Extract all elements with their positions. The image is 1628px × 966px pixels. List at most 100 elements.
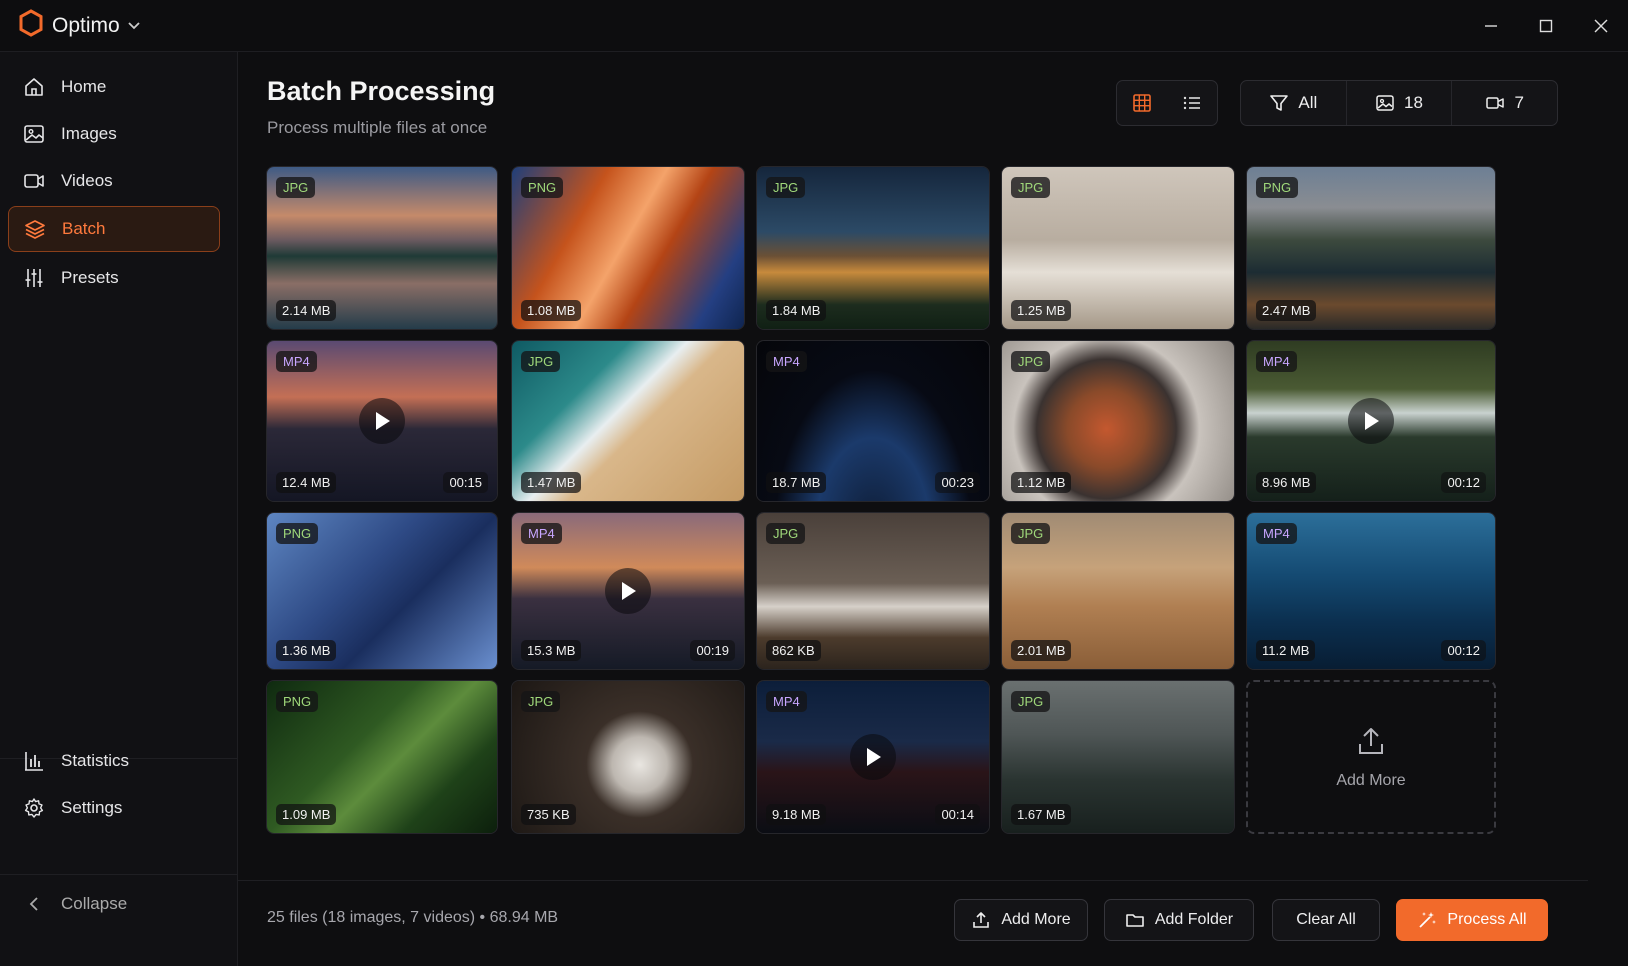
file-summary: 25 files (18 images, 7 videos) • 68.94 M…	[267, 909, 559, 926]
video-duration: 00:12	[1441, 640, 1486, 661]
file-size: 15.3 MB	[521, 640, 582, 661]
sidebar-item-images[interactable]: Images	[8, 111, 220, 157]
view-toggle	[1116, 80, 1218, 126]
file-size: 2.14 MB	[276, 300, 337, 321]
play-icon[interactable]	[1348, 398, 1394, 444]
format-badge: JPG	[766, 177, 806, 198]
upload-icon	[1355, 725, 1387, 762]
minimize-button[interactable]	[1463, 0, 1518, 52]
process-all-label: Process All	[1447, 911, 1527, 928]
file-card[interactable]: PNG 2.47 MB	[1246, 166, 1496, 330]
file-size: 11.2 MB	[1256, 640, 1316, 661]
video-icon	[1486, 97, 1505, 109]
filter-videos-button[interactable]: 7	[1452, 81, 1557, 125]
file-card[interactable]: JPG 1.25 MB	[1001, 166, 1235, 330]
file-card[interactable]: JPG 1.67 MB	[1001, 680, 1235, 834]
file-size: 735 KB	[521, 804, 576, 825]
maximize-button[interactable]	[1518, 0, 1573, 52]
collapse-sidebar-button[interactable]: Collapse	[8, 881, 220, 927]
main-content: Batch Processing Process multiple files …	[238, 52, 1588, 966]
file-size: 12.4 MB	[276, 472, 337, 493]
sidebar-item-label: Presets	[61, 268, 119, 287]
filter-all-button[interactable]: All	[1241, 81, 1347, 125]
list-icon	[1183, 96, 1200, 110]
file-card[interactable]: JPG 2.14 MB	[266, 166, 498, 330]
chevron-left-icon	[23, 893, 45, 915]
process-all-button[interactable]: Process All	[1396, 899, 1548, 941]
file-size: 1.84 MB	[766, 300, 827, 321]
list-view-button[interactable]	[1174, 87, 1210, 119]
sidebar-item-label: Home	[61, 77, 107, 96]
layers-icon	[24, 218, 46, 240]
file-card[interactable]: PNG 1.08 MB	[511, 166, 745, 330]
file-card[interactable]: JPG 1.84 MB	[756, 166, 990, 330]
play-icon[interactable]	[850, 734, 896, 780]
file-card[interactable]: JPG 1.47 MB	[511, 340, 745, 502]
filter-icon	[1270, 95, 1289, 111]
file-card[interactable]: MP4 11.2 MB 00:12	[1246, 512, 1496, 670]
app-switcher[interactable]: Optimo	[18, 9, 140, 42]
file-size: 1.12 MB	[1011, 472, 1072, 493]
format-badge: JPG	[1011, 523, 1051, 544]
file-size: 862 KB	[766, 640, 821, 661]
add-more-card[interactable]: Add More	[1246, 680, 1496, 834]
grid-icon	[1133, 94, 1151, 112]
file-card[interactable]: PNG 1.36 MB	[266, 512, 498, 670]
sidebar-item-label: Images	[61, 124, 117, 143]
format-badge: PNG	[1256, 177, 1299, 198]
format-badge: JPG	[1011, 351, 1051, 372]
file-card[interactable]: PNG 1.09 MB	[266, 680, 498, 834]
file-size: 18.7 MB	[766, 472, 827, 493]
file-card[interactable]: JPG 735 KB	[511, 680, 745, 834]
collapse-label: Collapse	[61, 894, 128, 913]
sidebar-item-label: Videos	[61, 171, 113, 190]
play-icon[interactable]	[605, 568, 651, 614]
sidebar-item-presets[interactable]: Presets	[8, 255, 220, 301]
video-duration: 00:23	[935, 472, 980, 493]
format-badge: MP4	[1256, 523, 1297, 544]
format-badge: JPG	[1011, 177, 1051, 198]
gear-icon	[23, 797, 45, 819]
file-card[interactable]: MP4 8.96 MB 00:12	[1246, 340, 1496, 502]
format-badge: MP4	[1256, 351, 1297, 372]
page-subtitle: Process multiple files at once	[267, 118, 488, 137]
sidebar-item-batch[interactable]: Batch	[8, 206, 220, 252]
file-size: 2.01 MB	[1011, 640, 1072, 661]
upload-icon	[973, 912, 990, 928]
sidebar-divider	[0, 874, 238, 875]
play-icon[interactable]	[359, 398, 405, 444]
home-icon	[23, 76, 45, 98]
file-card[interactable]: MP4 18.7 MB 00:23	[756, 340, 990, 502]
grid-view-button[interactable]	[1124, 87, 1160, 119]
file-type-filter: All 18 7	[1240, 80, 1558, 126]
format-badge: MP4	[521, 523, 562, 544]
format-badge: JPG	[276, 177, 316, 198]
clear-all-button[interactable]: Clear All	[1272, 899, 1380, 941]
hexagon-logo-icon	[18, 9, 44, 42]
sidebar-item-settings[interactable]: Settings	[8, 785, 220, 831]
file-card[interactable]: MP4 9.18 MB 00:14	[756, 680, 990, 834]
add-more-button[interactable]: Add More	[954, 899, 1088, 941]
clear-all-label: Clear All	[1296, 911, 1356, 928]
format-badge: MP4	[766, 691, 807, 712]
file-size: 1.67 MB	[1011, 804, 1072, 825]
file-card[interactable]: JPG 1.12 MB	[1001, 340, 1235, 502]
sidebar-item-videos[interactable]: Videos	[8, 158, 220, 204]
file-card[interactable]: MP4 12.4 MB 00:15	[266, 340, 498, 502]
file-card[interactable]: JPG 862 KB	[756, 512, 990, 670]
sidebar-item-statistics[interactable]: Statistics	[8, 738, 220, 784]
close-button[interactable]	[1573, 0, 1628, 52]
file-card[interactable]: MP4 15.3 MB 00:19	[511, 512, 745, 670]
filter-images-button[interactable]: 18	[1347, 81, 1453, 125]
image-icon	[1376, 95, 1394, 111]
format-badge: JPG	[521, 691, 561, 712]
format-badge: JPG	[1011, 691, 1051, 712]
add-folder-button[interactable]: Add Folder	[1104, 899, 1254, 941]
file-size: 1.47 MB	[521, 472, 582, 493]
file-card[interactable]: JPG 2.01 MB	[1001, 512, 1235, 670]
sidebar-item-home[interactable]: Home	[8, 64, 220, 110]
add-more-label: Add More	[1001, 911, 1071, 928]
file-size: 1.08 MB	[521, 300, 582, 321]
sidebar-item-label: Batch	[62, 219, 106, 238]
file-size: 2.47 MB	[1256, 300, 1317, 321]
